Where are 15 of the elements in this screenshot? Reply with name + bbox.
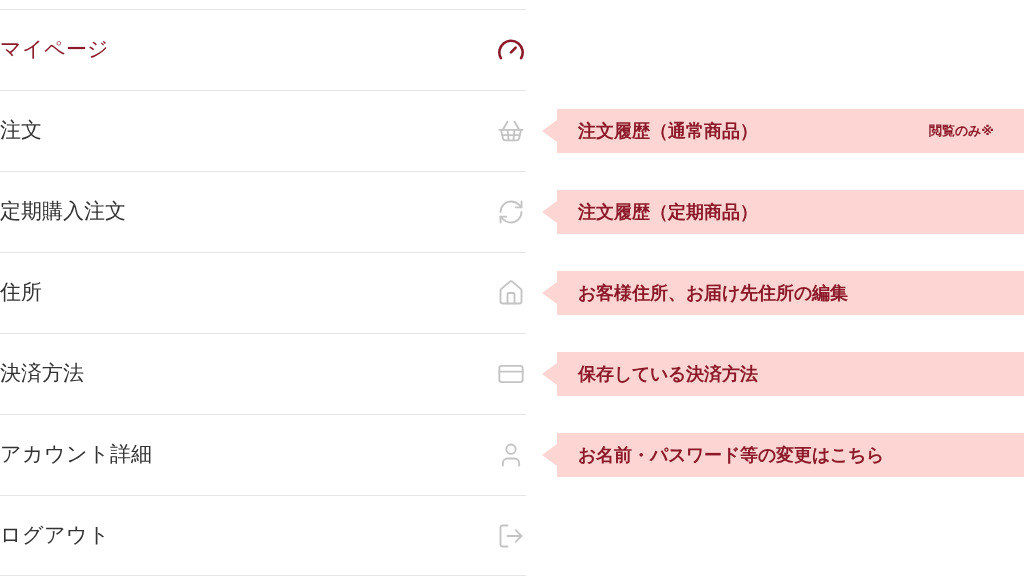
menu-item[interactable]: 注文	[0, 90, 526, 171]
view-only-note: 閲覧のみ※	[929, 121, 994, 140]
callout-text: 保存している決済方法	[578, 362, 758, 386]
menu-item[interactable]: 決済方法	[0, 333, 526, 414]
callout-text: 注文履歴（通常商品）	[578, 119, 758, 143]
menu-item[interactable]: アカウント詳細	[0, 414, 526, 495]
menu-item[interactable]: マイページ	[0, 9, 526, 90]
menu-item[interactable]: ログアウト	[0, 495, 526, 576]
house-icon	[497, 279, 525, 307]
callout-text: お名前・パスワード等の変更はこちら	[578, 443, 884, 467]
callout-text: お客様住所、お届け先住所の編集	[578, 281, 848, 305]
refresh-icon	[497, 198, 525, 226]
menu-item[interactable]: 住所	[0, 252, 526, 333]
callout-text: 注文履歴（定期商品）	[578, 200, 758, 224]
menu-item[interactable]: 定期購入注文	[0, 171, 526, 252]
